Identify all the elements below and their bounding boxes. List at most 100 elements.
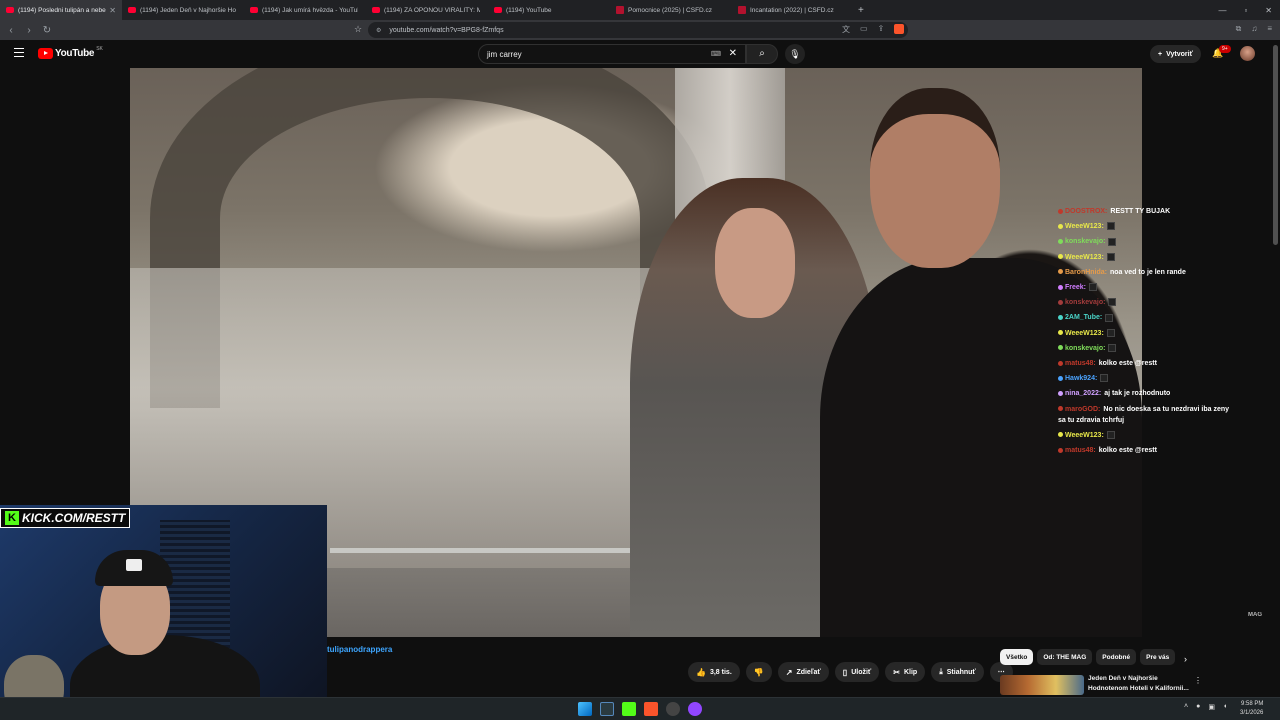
windows-start-icon[interactable] [578, 702, 592, 716]
chat-username: Freek: [1065, 284, 1087, 292]
forward-icon[interactable]: › [22, 25, 36, 36]
chat-badge-icon [1058, 360, 1063, 366]
browser-tab[interactable]: (1194) Jak umírá hvězda - YouTube [244, 0, 366, 20]
filter-chip[interactable]: Pre vás [1140, 649, 1176, 665]
chat-username: nina_2022: [1065, 390, 1102, 398]
country-code: SK [96, 45, 103, 52]
share-button[interactable]: ↗ Zdieľať [777, 662, 829, 682]
browser-tab[interactable]: (1194) ZA OPONOU VIRALITY: MELI [366, 0, 488, 20]
mic-tray-icon[interactable]: ● [1196, 703, 1200, 711]
recommended-thumbnail[interactable] [1000, 675, 1084, 695]
video-watermark: MAG [1248, 612, 1262, 618]
chat-message: Freek: [1058, 280, 1230, 295]
channel-name-text[interactable]: tulipanodrappera [327, 645, 392, 654]
back-icon[interactable]: ‹ [4, 25, 18, 36]
chevron-right-icon[interactable]: › [1184, 654, 1187, 664]
chat-badge-icon [1058, 254, 1063, 260]
browser-tab[interactable]: Incantation (2022) | ČSFD.cz [732, 0, 854, 20]
clock-time: 9:58 PM [1241, 701, 1264, 707]
recommended-title[interactable]: Jeden Deň v Najhoršie Hodnotenom Hoteli … [1088, 674, 1192, 693]
tab-title: (1194) Jeden Deň v Najhoršie Hodnotenom … [140, 6, 236, 14]
chat-badge-icon [1058, 223, 1063, 229]
filter-chip[interactable]: Všetko [1000, 649, 1034, 665]
save-button[interactable]: ▯ Uložiť [834, 662, 880, 682]
twitch-app-icon[interactable] [688, 702, 702, 716]
youtube-logo[interactable]: YouTube SK [38, 45, 103, 59]
chat-badge-icon [1058, 406, 1063, 412]
chat-emote-icon [1108, 237, 1117, 246]
new-tab-icon[interactable]: + [858, 5, 864, 16]
kick-url-text: KICK.COM/RESTT [22, 511, 126, 525]
bookmark-icon[interactable]: ☆ [354, 24, 362, 35]
maximize-icon[interactable]: ▫ [1244, 6, 1247, 15]
page-scrollbar[interactable] [1273, 45, 1278, 695]
chat-username: konskevajo: [1065, 238, 1106, 246]
search-input[interactable]: jim carrey ⌨ ✕ [478, 44, 746, 64]
close-window-icon[interactable]: ✕ [1265, 6, 1272, 15]
browser-tab[interactable]: (1194) Jeden Deň v Najhoršie Hodnotenom … [122, 0, 244, 20]
voice-search-button[interactable]: 🎙 [785, 44, 805, 64]
tab-title: (1194) Jak umírá hvězda - YouTube [262, 6, 358, 14]
chat-emote-icon [1106, 222, 1115, 231]
volume-icon[interactable]: ◖ [1223, 703, 1227, 711]
create-button[interactable]: + Vytvoriť [1150, 45, 1201, 63]
browser-tab[interactable]: (1194) Posledni tulipán a nebe ✕ [0, 0, 122, 20]
minimize-icon[interactable]: — [1218, 6, 1226, 15]
chat-emote-icon [1106, 328, 1115, 337]
brave-app-icon[interactable] [644, 702, 658, 716]
action-label: Zdieľať [796, 668, 821, 676]
chat-badge-icon [1058, 239, 1063, 245]
save-icon: ▯ [842, 667, 848, 677]
close-tab-icon[interactable]: ✕ [109, 6, 116, 15]
account-avatar[interactable] [1240, 46, 1255, 61]
cap-logo [126, 559, 142, 571]
browser-tab-strip: (1194) Posledni tulipán a nebe ✕ (1194) Je… [0, 0, 1280, 20]
csfd-favicon-icon [738, 6, 746, 14]
download-button[interactable]: ⤓ Stiahnuť [931, 662, 984, 682]
search-icon: ⌕ [759, 48, 765, 59]
browser-menu-icon[interactable]: ≡ [1267, 24, 1272, 34]
obs-app-icon[interactable] [666, 702, 680, 716]
clock-date: 3/1/2026 [1240, 710, 1264, 716]
hamburger-menu-icon[interactable] [14, 48, 24, 57]
keyboard-icon[interactable]: ⌨ [711, 50, 721, 58]
chat-badge-icon [1058, 208, 1063, 214]
more-vert-icon[interactable]: ⋮ [1194, 676, 1202, 685]
browser-tab[interactable]: (1194) YouTube [488, 0, 610, 20]
network-icon[interactable]: ▣ [1208, 703, 1215, 711]
kick-app-icon[interactable] [622, 702, 636, 716]
thumbs-up-button[interactable]: 👍 3,8 tis. [688, 662, 740, 682]
clear-search-icon[interactable]: ✕ [729, 48, 737, 59]
chat-message: BaronHnida: noa ved to je len rande [1058, 265, 1230, 280]
tab-title: (1194) Posledni tulipán a nebe [18, 6, 106, 14]
chat-text: RESTT TY BUJAK [1110, 208, 1171, 215]
tray-chevron-icon[interactable]: ˄ [1184, 703, 1188, 711]
search-button[interactable]: ⌕ [746, 44, 778, 64]
kick-logo-icon: K [5, 511, 19, 525]
translate-icon[interactable]: 文 [842, 24, 850, 35]
chat-badge-icon [1058, 375, 1063, 381]
xbox-app-icon[interactable] [600, 702, 614, 716]
scissors-button[interactable]: ✂ Klip [885, 662, 926, 682]
video-actions: 👍 3,8 tis. 👎 ↗ Zdieľať ▯ Uložiť ✂ Klip ⤓ Stiahnuť ⋯ [688, 662, 1013, 682]
system-clock[interactable]: 9:58 PM 3/1/2026 [1240, 700, 1263, 718]
brave-shield-icon[interactable] [894, 24, 905, 34]
youtube-favicon-icon [6, 7, 14, 13]
filter-chip[interactable]: Podobné [1096, 649, 1137, 665]
thumbs-down-button[interactable]: 👎 [745, 662, 772, 682]
youtube-favicon-icon [372, 7, 380, 13]
share-page-icon[interactable]: ⇪ [878, 24, 885, 35]
extensions-icon[interactable]: ⧉ [1236, 24, 1242, 34]
url-text: youtube.com/watch?v=BPG8-fZmfqs [389, 26, 504, 34]
media-icon[interactable]: ♫ [1251, 24, 1257, 34]
address-bar[interactable]: ⚙ youtube.com/watch?v=BPG8-fZmfqs [368, 22, 908, 38]
filter-chip[interactable]: Od: THE MAG [1037, 649, 1093, 665]
notification-badge: 9+ [1219, 45, 1231, 53]
chat-text: noa ved to je len rande [1110, 268, 1186, 276]
cast-icon[interactable]: ▭ [860, 24, 868, 35]
scrollbar-thumb[interactable] [1273, 45, 1278, 245]
reload-icon[interactable]: ↻ [40, 25, 54, 36]
site-info-icon[interactable]: ⚙ [376, 27, 381, 34]
browser-tab[interactable]: Pomocnice (2025) | ČSFD.cz [610, 0, 732, 20]
chat-text: kolko este @restt [1098, 446, 1157, 454]
